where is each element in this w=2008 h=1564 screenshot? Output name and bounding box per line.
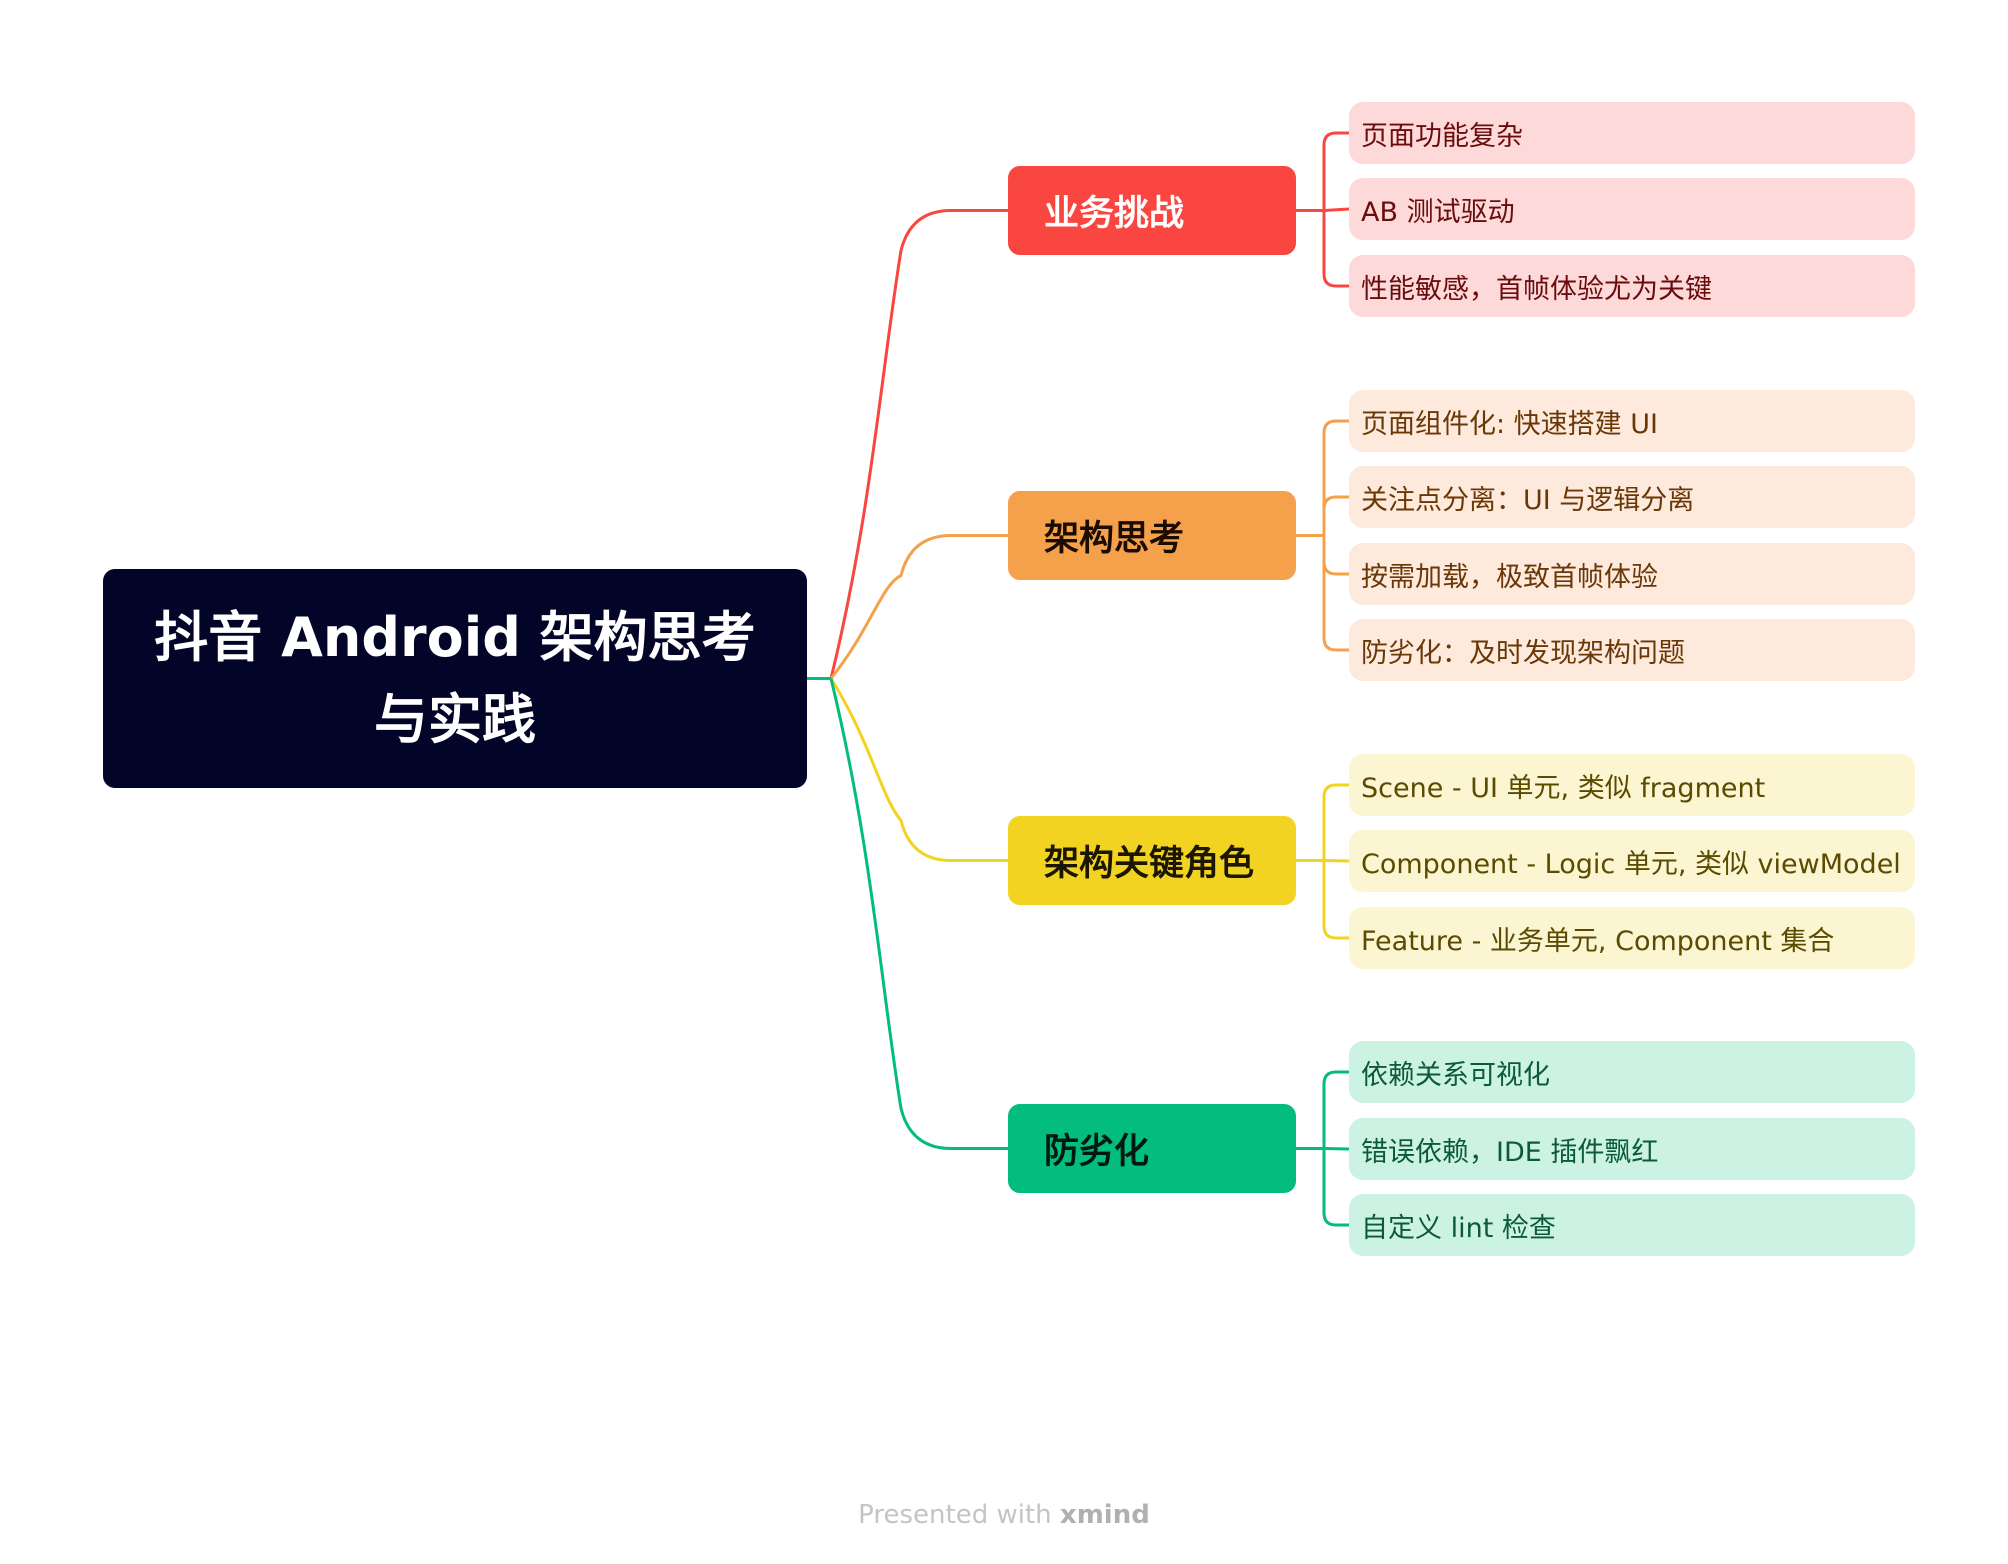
leaf-topic[interactable]: 错误依赖，IDE 插件飘红 bbox=[1349, 1118, 1915, 1180]
leaf-connector-line bbox=[1322, 1070, 1349, 1149]
leaf-connector-line bbox=[1323, 859, 1350, 863]
leaf-connector-line bbox=[1322, 535, 1349, 652]
leaf-connector-line bbox=[1322, 210, 1349, 288]
branch-topic-label: 架构思考 bbox=[1044, 519, 1185, 559]
leaf-topic-label: 自定义 lint 检查 bbox=[1361, 1212, 1556, 1244]
branch-connector-line bbox=[829, 677, 1008, 862]
leaf-topic-label: 页面组件化: 快速搭建 UI bbox=[1361, 408, 1658, 440]
leaf-connector-line bbox=[1322, 783, 1349, 861]
leaf-connector-line bbox=[1322, 419, 1349, 536]
leaf-topic[interactable]: 页面组件化: 快速搭建 UI bbox=[1349, 390, 1915, 452]
leaf-topic[interactable]: 关注点分离：UI 与逻辑分离 bbox=[1349, 466, 1915, 528]
leaf-connector-line bbox=[1323, 207, 1350, 212]
leaf-connector-line bbox=[1322, 535, 1349, 576]
leaf-topic-label: 错误依赖，IDE 插件飘红 bbox=[1361, 1136, 1659, 1168]
leaf-topic[interactable]: 性能敏感，首帧体验尤为关键 bbox=[1349, 255, 1915, 317]
leaf-connector-line bbox=[1323, 1147, 1350, 1151]
leaf-connector-line bbox=[1322, 495, 1349, 536]
leaf-connector-line bbox=[1322, 1148, 1349, 1227]
leaf-topic-label: Feature - 业务单元, Component 集合 bbox=[1361, 925, 1835, 957]
leaf-topic[interactable]: 自定义 lint 检查 bbox=[1349, 1194, 1915, 1256]
branch-connector-line bbox=[829, 678, 1008, 1150]
root-topic[interactable]: 抖音 Android 架构思考 与实践 bbox=[103, 569, 807, 788]
root-topic-line-1: 抖音 Android 架构思考 bbox=[154, 605, 756, 669]
leaf-connector-line bbox=[1322, 860, 1349, 940]
leaf-topic[interactable]: AB 测试驱动 bbox=[1349, 178, 1915, 240]
leaf-topic[interactable]: 页面功能复杂 bbox=[1349, 102, 1915, 164]
leaf-topic[interactable]: Scene - UI 单元, 类似 fragment bbox=[1349, 754, 1915, 816]
leaf-topic[interactable]: 依赖关系可视化 bbox=[1349, 1041, 1915, 1103]
branch-topic-label: 架构关键角色 bbox=[1044, 844, 1255, 884]
branch-topic-business-challenges[interactable]: 业务挑战 bbox=[1008, 166, 1296, 255]
leaf-topic[interactable]: Component - Logic 单元, 类似 viewModel bbox=[1349, 830, 1915, 892]
branch-topic-label: 业务挑战 bbox=[1044, 194, 1185, 234]
leaf-topic-label: 依赖关系可视化 bbox=[1361, 1059, 1550, 1091]
root-topic-line-2: 与实践 bbox=[373, 687, 536, 751]
root-topic-label: 抖音 Android 架构思考 与实践 bbox=[154, 597, 755, 761]
leaf-topic-label: 防劣化：及时发现架构问题 bbox=[1361, 637, 1685, 669]
branch-topic-key-roles[interactable]: 架构关键角色 bbox=[1008, 816, 1296, 905]
footer-prefix: Presented with bbox=[858, 1500, 1060, 1530]
leaf-topic[interactable]: 防劣化：及时发现架构问题 bbox=[1349, 619, 1915, 681]
leaf-connector-line bbox=[1322, 131, 1349, 211]
leaf-topic-label: 性能敏感，首帧体验尤为关键 bbox=[1361, 273, 1712, 305]
branch-topic-architecture-thinking[interactable]: 架构思考 bbox=[1008, 491, 1296, 580]
leaf-topic-label: Component - Logic 单元, 类似 viewModel bbox=[1361, 848, 1901, 880]
leaf-topic-label: 页面功能复杂 bbox=[1361, 120, 1523, 152]
leaf-topic[interactable]: Feature - 业务单元, Component 集合 bbox=[1349, 907, 1915, 969]
leaf-topic[interactable]: 按需加载，极致首帧体验 bbox=[1349, 543, 1915, 605]
branch-topic-anti-degradation[interactable]: 防劣化 bbox=[1008, 1104, 1296, 1193]
mind-map-canvas: 抖音 Android 架构思考 与实践 业务挑战 架构思考 架构关键角色 防劣化… bbox=[0, 0, 2008, 1564]
leaf-topic-label: 关注点分离：UI 与逻辑分离 bbox=[1361, 484, 1695, 516]
leaf-topic-label: 按需加载，极致首帧体验 bbox=[1361, 561, 1658, 593]
footer-credit: Presented with xmind bbox=[0, 1500, 2008, 1530]
leaf-topic-label: Scene - UI 单元, 类似 fragment bbox=[1361, 772, 1766, 804]
branch-topic-label: 防劣化 bbox=[1044, 1132, 1150, 1172]
branch-connector-line bbox=[829, 209, 1008, 679]
leaf-topic-label: AB 测试驱动 bbox=[1361, 196, 1515, 228]
xmind-logo-text: xmind bbox=[1059, 1500, 1150, 1530]
